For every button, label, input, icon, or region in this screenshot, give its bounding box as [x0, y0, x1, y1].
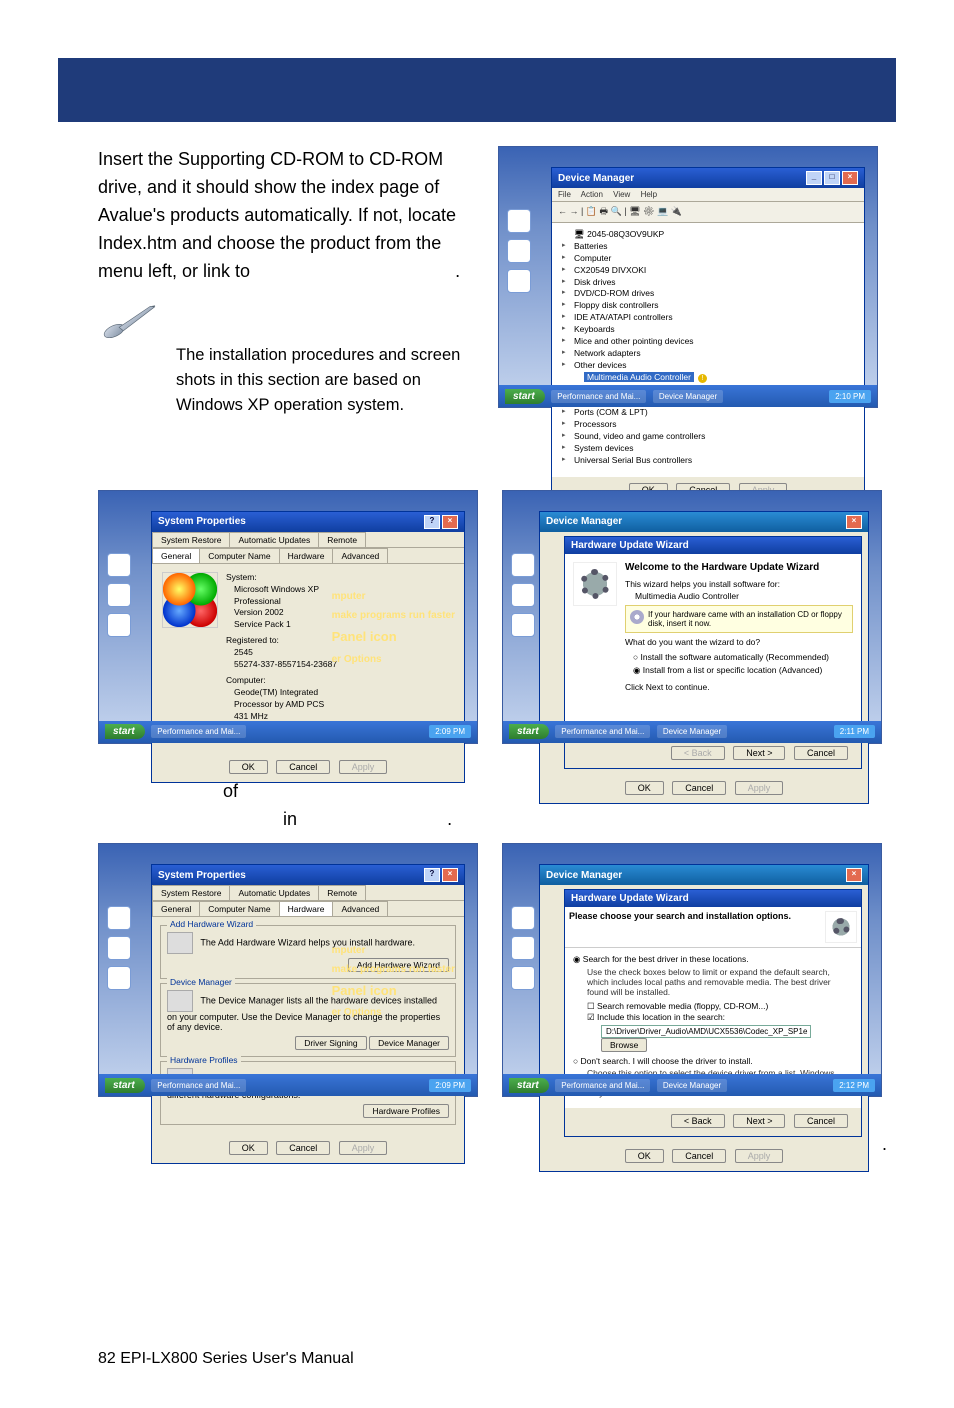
screenshot-hw-wizard-welcome: Device Manager × Hardware Update Wizard …: [502, 490, 882, 744]
wizard-icon: [167, 932, 193, 954]
window-title: Device Manager: [546, 516, 622, 527]
minimize-icon[interactable]: _: [806, 171, 822, 185]
window-title: System Properties: [158, 516, 246, 527]
check-removable[interactable]: Search removable media (floppy, CD-ROM..…: [587, 1001, 853, 1012]
start-button[interactable]: start: [105, 724, 145, 739]
back-button: < Back: [671, 746, 725, 760]
partial-cp-text: mputer make programs run faster Panel ic…: [332, 587, 455, 669]
tab-hardware[interactable]: Hardware: [279, 548, 334, 563]
tab-hardware[interactable]: Hardware: [279, 901, 334, 916]
hardware-profiles-button[interactable]: Hardware Profiles: [363, 1104, 449, 1118]
close-icon[interactable]: ×: [842, 171, 858, 185]
pen-icon: [93, 289, 169, 360]
clock: 2:10 PM: [829, 390, 871, 403]
header-band: [58, 58, 896, 122]
radio-auto[interactable]: Install the software automatically (Reco…: [633, 651, 845, 665]
window-title: System Properties: [158, 870, 246, 881]
note-paragraph: The installation procedures and screen s…: [176, 343, 466, 417]
screenshot-system-properties-hardware: System Properties ?× System Restore Auto…: [98, 843, 478, 1097]
cancel-button[interactable]: Cancel: [276, 760, 330, 774]
tab-system-restore[interactable]: System Restore: [152, 532, 230, 547]
wizard-heading: Welcome to the Hardware Update Wizard: [625, 562, 853, 573]
intro-text: Insert the Supporting CD-ROM to CD-ROM d…: [98, 146, 466, 478]
device-manager-button[interactable]: Device Manager: [369, 1036, 449, 1050]
screenshot-device-manager: Device Manager _ □ × File Action View He: [498, 146, 878, 408]
wizard-gear-icon: [573, 562, 617, 606]
cancel-button[interactable]: Cancel: [794, 1114, 848, 1128]
page-footer: 82 EPI-LX800 Series User's Manual: [98, 1350, 354, 1368]
device-manager-icon: [167, 990, 193, 1012]
tab-auto-updates[interactable]: Automatic Updates: [229, 532, 319, 547]
check-include-location[interactable]: Include this location in the search:: [587, 1012, 853, 1023]
location-path-input[interactable]: D:\Driver\Driver_Audio\AMD\UCX5536\Codec…: [601, 1025, 811, 1038]
tab-advanced[interactable]: Advanced: [332, 548, 388, 563]
partial-cp-text: mputer make programs run faster Panel ic…: [332, 941, 455, 1023]
system-info: System: Microsoft Windows XP Professiona…: [226, 572, 337, 742]
tab-computer-name[interactable]: Computer Name: [199, 548, 279, 563]
back-button[interactable]: < Back: [671, 1114, 725, 1128]
tab-general[interactable]: General: [152, 548, 200, 563]
radio-dont-search[interactable]: Don't search. I will choose the driver t…: [573, 1056, 853, 1066]
taskbar-item[interactable]: Performance and Mai...: [551, 390, 646, 403]
next-button[interactable]: Next >: [733, 746, 785, 760]
toolbar: ← → | 📋 🖶 🔍 | 🖥 ⚙ 💻 🔌: [552, 202, 864, 223]
browse-button[interactable]: Browse: [601, 1038, 647, 1052]
selected-multimedia-audio[interactable]: Multimedia Audio Controller: [584, 372, 694, 382]
device-tree[interactable]: 🖥 2045-08Q3OV9UKP Batteries Computer CX2…: [562, 229, 856, 467]
maximize-icon[interactable]: □: [824, 171, 840, 185]
help-icon[interactable]: ?: [424, 515, 440, 529]
radio-search-best[interactable]: Search for the best driver in these loca…: [573, 954, 853, 965]
window-title: Device Manager: [558, 173, 634, 184]
wizard-heading: Please choose your search and installati…: [569, 911, 825, 921]
close-icon[interactable]: ×: [846, 515, 862, 529]
driver-signing-button[interactable]: Driver Signing: [295, 1036, 366, 1050]
screenshot-system-properties-general: System Properties ?× System Restore Auto…: [98, 490, 478, 744]
apply-button: Apply: [339, 760, 388, 774]
ok-button[interactable]: OK: [229, 760, 268, 774]
taskbar-item[interactable]: Device Manager: [653, 390, 723, 403]
cancel-button[interactable]: Cancel: [794, 746, 848, 760]
radio-advanced[interactable]: Install from a list or specific location…: [633, 664, 845, 678]
tab-remote[interactable]: Remote: [318, 532, 366, 547]
close-icon[interactable]: ×: [442, 515, 458, 529]
cd-note: If your hardware came with an installati…: [625, 605, 853, 633]
next-button[interactable]: Next >: [733, 1114, 785, 1128]
screenshot-hw-wizard-search: Device Manager × Hardware Update Wizard …: [502, 843, 882, 1097]
menubar: File Action View Help: [552, 188, 864, 202]
start-button[interactable]: start: [505, 389, 545, 404]
windows-logo-icon: [162, 572, 218, 628]
cd-icon: [630, 610, 644, 624]
wizard-gear-icon: [825, 911, 857, 943]
